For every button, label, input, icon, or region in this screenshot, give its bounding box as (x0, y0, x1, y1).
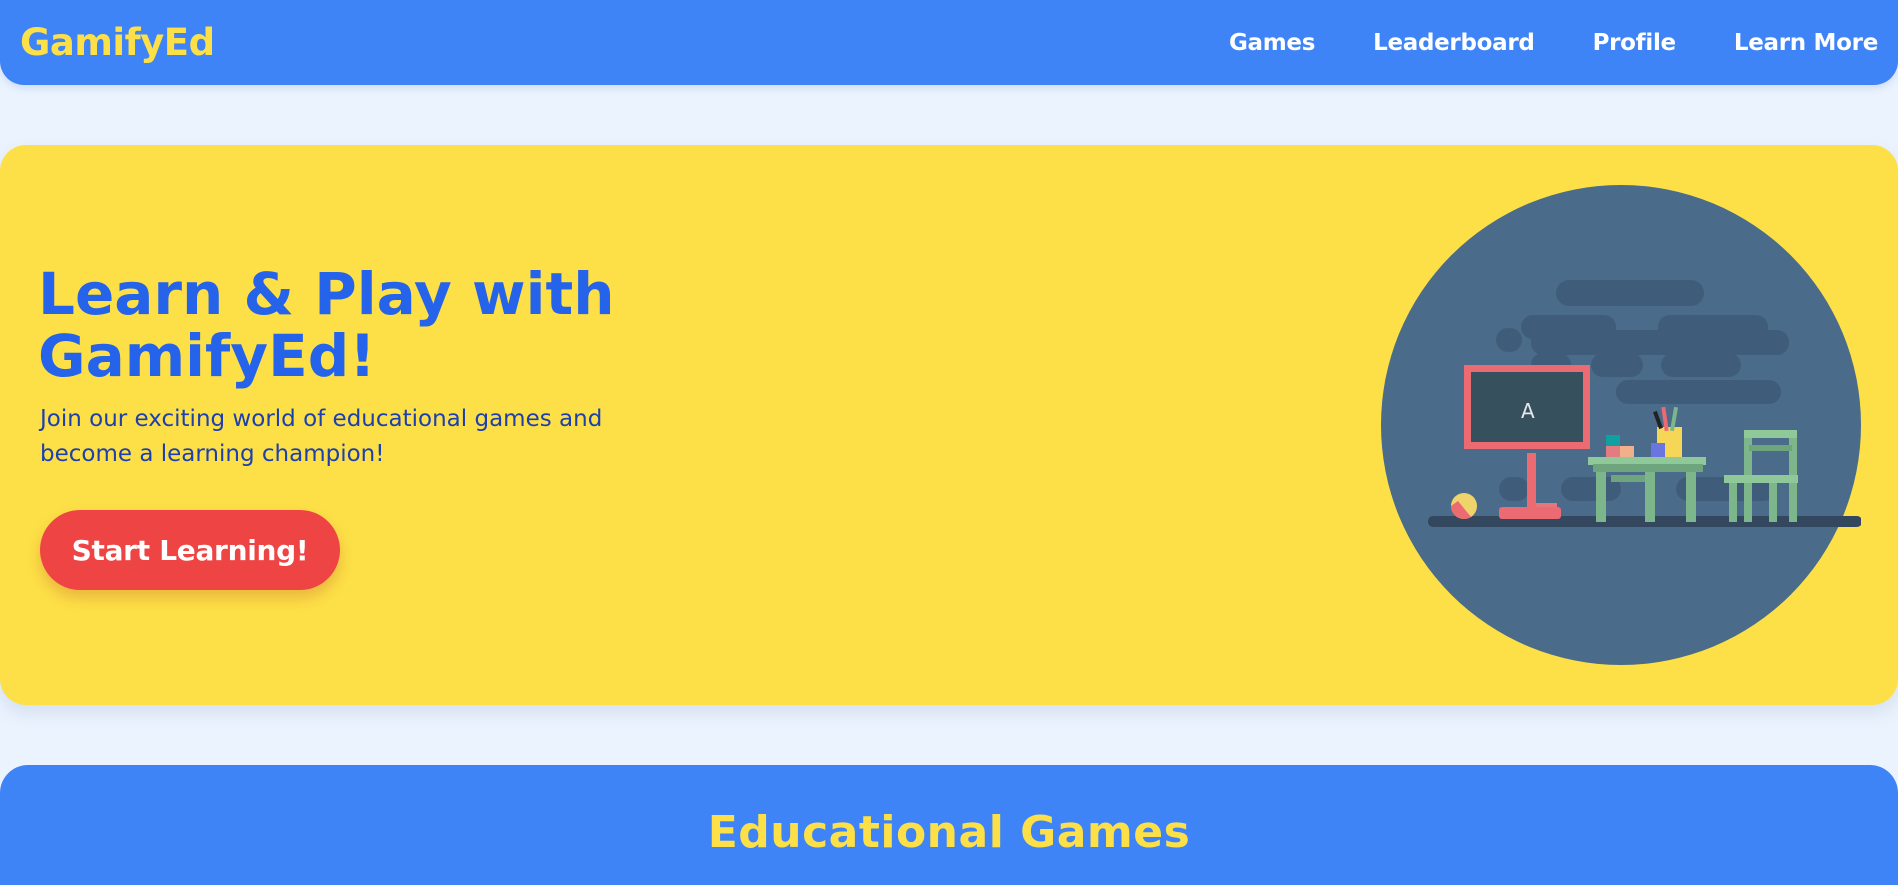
section-title: Educational Games (707, 807, 1191, 858)
illustration-circle-bg (1381, 185, 1861, 665)
start-learning-button[interactable]: Start Learning! (40, 510, 340, 590)
nav-link-leaderboard[interactable]: Leaderboard (1373, 30, 1535, 56)
educational-games-section: Educational Games (0, 765, 1898, 885)
brand-logo[interactable]: GamifyEd (20, 24, 215, 61)
nav-link-games[interactable]: Games (1229, 30, 1315, 56)
hero-subtitle: Join our exciting world of educational g… (40, 406, 603, 467)
ball-icon (1450, 493, 1477, 520)
classroom-illustration: A (1381, 185, 1861, 665)
nav-links: Games Leaderboard Profile Learn More (1171, 30, 1878, 56)
desk-icon (1588, 457, 1706, 522)
nav-link-learn-more[interactable]: Learn More (1734, 30, 1878, 56)
hero-banner: Learn & Play with GamifyEd! Join our exc… (0, 145, 1898, 705)
top-navbar: GamifyEd Games Leaderboard Profile Learn… (0, 0, 1898, 85)
hero-title: Learn & Play with GamifyEd! (38, 260, 615, 390)
nav-link-profile[interactable]: Profile (1593, 30, 1677, 56)
svg-text:A: A (1521, 399, 1535, 423)
